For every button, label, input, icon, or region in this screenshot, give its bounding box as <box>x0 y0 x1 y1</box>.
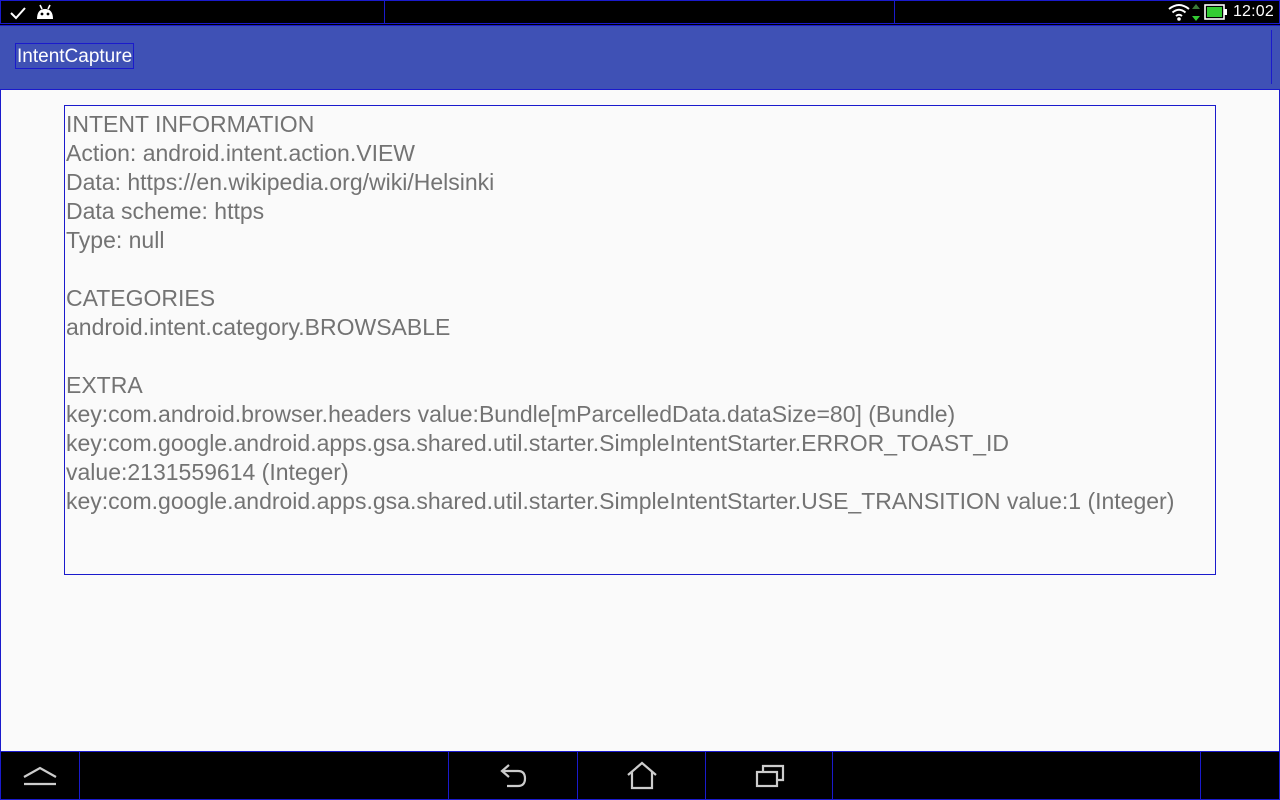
intent-data-scheme: Data scheme: https <box>66 198 265 224</box>
section-heading-intent-information: INTENT INFORMATION <box>66 111 315 137</box>
data-arrows-icon <box>1192 4 1200 21</box>
back-icon <box>500 763 527 787</box>
intent-type: Type: null <box>66 227 165 253</box>
intent-info-text: INTENT INFORMATION Action: android.inten… <box>64 105 1216 575</box>
home-button[interactable] <box>578 752 705 799</box>
recents-button[interactable] <box>706 752 833 799</box>
content-area: INTENT INFORMATION Action: android.inten… <box>0 89 1280 751</box>
section-heading-categories: CATEGORIES <box>66 285 216 311</box>
nav-divider <box>1200 752 1202 799</box>
app-title: IntentCapture <box>15 43 135 69</box>
checkmark-icon <box>10 7 26 20</box>
section-heading-extra: EXTRA <box>66 372 143 398</box>
back-button[interactable] <box>449 752 577 799</box>
battery-icon <box>1204 4 1227 20</box>
screen: 12:02 IntentCapture INTENT INFORMATION A… <box>0 0 1280 800</box>
extra-item: key:com.android.browser.headers value:Bu… <box>66 401 956 427</box>
action-bar-divider <box>1271 30 1272 84</box>
collapse-button[interactable] <box>1 752 79 799</box>
android-debug-icon <box>37 4 53 19</box>
intent-data: Data: https://en.wikipedia.org/wiki/Hels… <box>66 169 495 195</box>
recents-icon <box>755 764 784 787</box>
wifi-icon <box>1168 4 1190 21</box>
home-icon <box>626 761 657 789</box>
nav-divider <box>79 752 81 799</box>
category-item: android.intent.category.BROWSABLE <box>66 314 451 340</box>
collapse-icon <box>23 766 57 785</box>
intent-action: Action: android.intent.action.VIEW <box>66 140 416 166</box>
action-bar: IntentCapture <box>0 25 1280 89</box>
extra-item: key:com.google.android.apps.gsa.shared.u… <box>66 488 1175 514</box>
navigation-bar <box>0 751 1280 800</box>
status-bar: 12:02 <box>0 0 1280 25</box>
extra-item: key:com.google.android.apps.gsa.shared.u… <box>66 430 1010 485</box>
status-bar-region-center <box>384 0 895 24</box>
status-clock: 12:02 <box>1232 3 1274 20</box>
status-bar-region-left <box>0 0 385 24</box>
